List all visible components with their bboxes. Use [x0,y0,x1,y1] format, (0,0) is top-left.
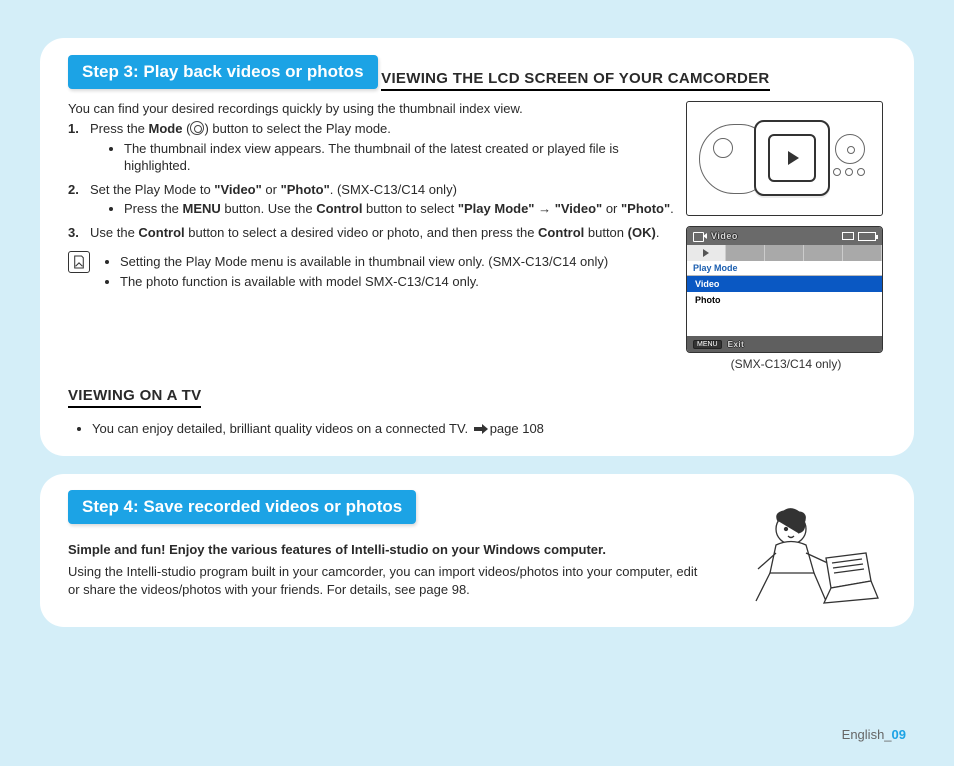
step3-item-3-text: Use the Control button to select a desir… [90,225,659,240]
step3-item-2: 2. Set the Play Mode to "Video" or "Phot… [68,181,678,218]
lcd-caption: (SMX-C13/C14 only) [686,357,886,371]
lcd-tab [843,245,882,261]
step3-header: Step 3: Play back videos or photos [68,55,378,89]
lcd-illustration: Video Play Mode Video Photo MENU Exit [686,226,883,353]
lcd-menu-button-label: MENU [693,340,722,349]
step4-paragraph: Using the Intelli-studio program built i… [68,563,708,599]
step3-item-1-number: 1. [68,120,79,138]
note-icon [68,251,90,273]
step3-intro: You can find your desired recordings qui… [68,101,678,116]
lcd-tab [726,245,765,261]
lcd-exit-label: Exit [728,340,745,349]
step3-note: Setting the Play Mode menu is available … [68,251,678,292]
step3-item-1-sub: The thumbnail index view appears. The th… [90,140,678,175]
lcd-tab-active [687,245,726,261]
heading-lcd: VIEWING THE LCD SCREEN OF YOUR CAMCORDER [381,70,769,91]
step3-right-column: Video Play Mode Video Photo MENU Exit [686,101,886,371]
step4-header: Step 4: Save recorded videos or photos [68,490,416,524]
arrow-right-icon [474,424,488,434]
step3-card: Step 3: Play back videos or photos VIEWI… [40,38,914,456]
lcd-title: Video [711,231,738,241]
heading-tv: VIEWING ON A TV [68,387,201,408]
step3-item-2-bullet: Press the MENU button. Use the Control b… [124,200,678,218]
step3-left-column: You can find your desired recordings qui… [68,101,678,292]
lcd-topbar: Video [687,227,882,245]
step3-item-2-sub: Press the MENU button. Use the Control b… [90,200,678,218]
step3-note-body: Setting the Play Mode menu is available … [102,251,608,292]
page-footer: English_09 [842,727,906,742]
step3-item-1-bullet: The thumbnail index view appears. The th… [124,140,678,175]
step4-card: Step 4: Save recorded videos or photos S… [40,474,914,627]
footer-page: 09 [892,727,906,742]
person-laptop-illustration [736,503,886,613]
tv-bullets: You can enjoy detailed, brilliant qualit… [68,420,886,438]
lcd-menu-title: Play Mode [687,261,882,276]
step3-item-3-number: 3. [68,224,79,242]
step3-item-2-text: Set the Play Mode to "Video" or "Photo".… [90,182,457,197]
step3-item-3: 3. Use the Control button to select a de… [68,224,678,242]
battery-icon [858,232,876,241]
step3-ordered-list: 1. Press the Mode () button to select th… [68,120,678,241]
step3-note-1: Setting the Play Mode menu is available … [120,253,608,271]
lcd-tab [804,245,843,261]
lcd-tabs [687,245,882,261]
step3-note-2: The photo function is available with mod… [120,273,608,291]
footer-lang: English_ [842,727,892,742]
camcorder-icon [693,231,707,241]
step3-item-1: 1. Press the Mode () button to select th… [68,120,678,175]
card-icon [842,232,854,240]
lcd-option-photo: Photo [687,292,882,308]
lcd-bottombar: MENU Exit [687,336,882,352]
lcd-option-video: Video [687,276,882,292]
lcd-tab [765,245,804,261]
step3-item-2-number: 2. [68,181,79,199]
play-icon [788,151,799,165]
mode-icon [190,121,204,135]
step3-item-1-text: Press the Mode () button to select the P… [90,121,391,136]
camcorder-illustration [686,101,883,216]
tv-bullet-1: You can enjoy detailed, brilliant qualit… [92,420,886,438]
